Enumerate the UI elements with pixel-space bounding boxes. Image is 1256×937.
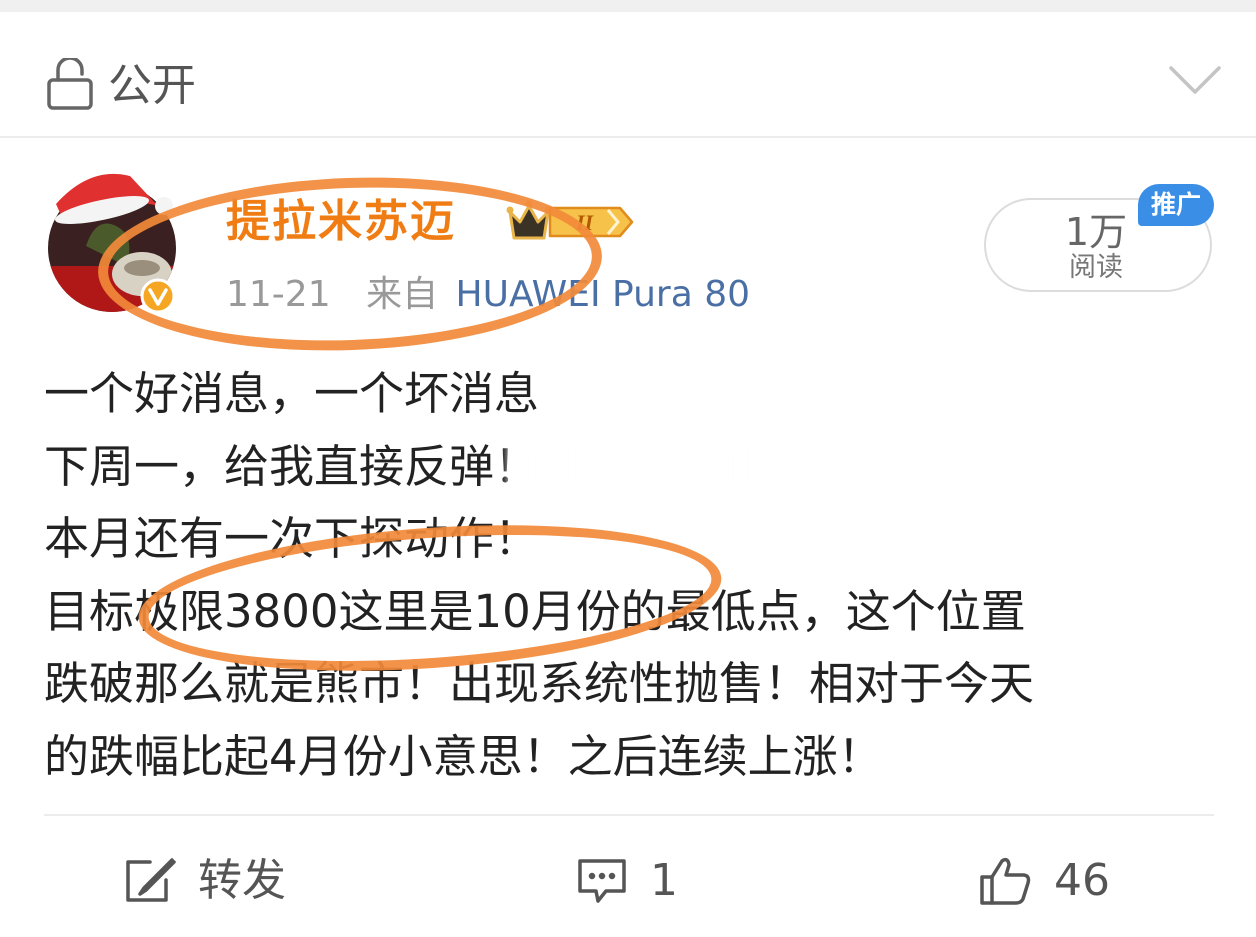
unlock-icon xyxy=(47,58,93,110)
crown-icon xyxy=(506,200,552,240)
like-count: 46 xyxy=(1054,855,1110,906)
chevron-down-icon[interactable] xyxy=(1168,64,1222,98)
repost-icon xyxy=(126,858,176,902)
read-label: 阅读 xyxy=(1069,252,1123,283)
redaction-blur xyxy=(506,446,756,488)
comment-button[interactable]: 1 xyxy=(576,846,678,916)
device-link[interactable]: HUAWEI Pura 80 xyxy=(456,274,751,315)
author-name[interactable]: 提拉米苏迈 xyxy=(226,192,456,252)
post-line: 本月还有一次下探动作！ xyxy=(44,512,540,565)
post-meta: 11-21 来自 HUAWEI Pura 80 xyxy=(226,272,750,318)
comment-icon xyxy=(578,859,626,903)
vip-level-badge[interactable]: II xyxy=(548,204,634,240)
repost-button[interactable]: 转发 xyxy=(124,846,286,916)
repost-label: 转发 xyxy=(198,855,286,906)
comment-count: 1 xyxy=(650,855,678,906)
privacy-selector[interactable]: 公开 xyxy=(0,12,1256,138)
post-line: 一个好消息，一个坏消息 xyxy=(44,367,540,420)
post-line: 跌破那么就是熊市！出现系统性抛售！相对于今天 xyxy=(44,657,1035,710)
privacy-label: 公开 xyxy=(108,60,196,111)
post-line: 的跌幅比起4月份小意思！之后连续上涨！ xyxy=(44,729,883,783)
avatar[interactable] xyxy=(46,166,178,314)
thumbs-up-icon xyxy=(980,857,1031,905)
like-button[interactable]: 46 xyxy=(978,846,1110,916)
post-line: 目标极限3800这里是10月份的最低点，这个位置 xyxy=(44,584,1026,638)
post-date: 11-21 xyxy=(226,274,331,315)
svg-text:II: II xyxy=(575,210,595,235)
promo-badge[interactable]: 推广 xyxy=(1138,184,1214,226)
top-strip xyxy=(0,0,1256,12)
divider xyxy=(44,814,1214,816)
post-text: 一个好消息，一个坏消息 下周一，给我直接反弹！ 本月还有一次下探动作！ 目标极限… xyxy=(44,358,1224,793)
source-label: 来自 xyxy=(366,274,439,315)
